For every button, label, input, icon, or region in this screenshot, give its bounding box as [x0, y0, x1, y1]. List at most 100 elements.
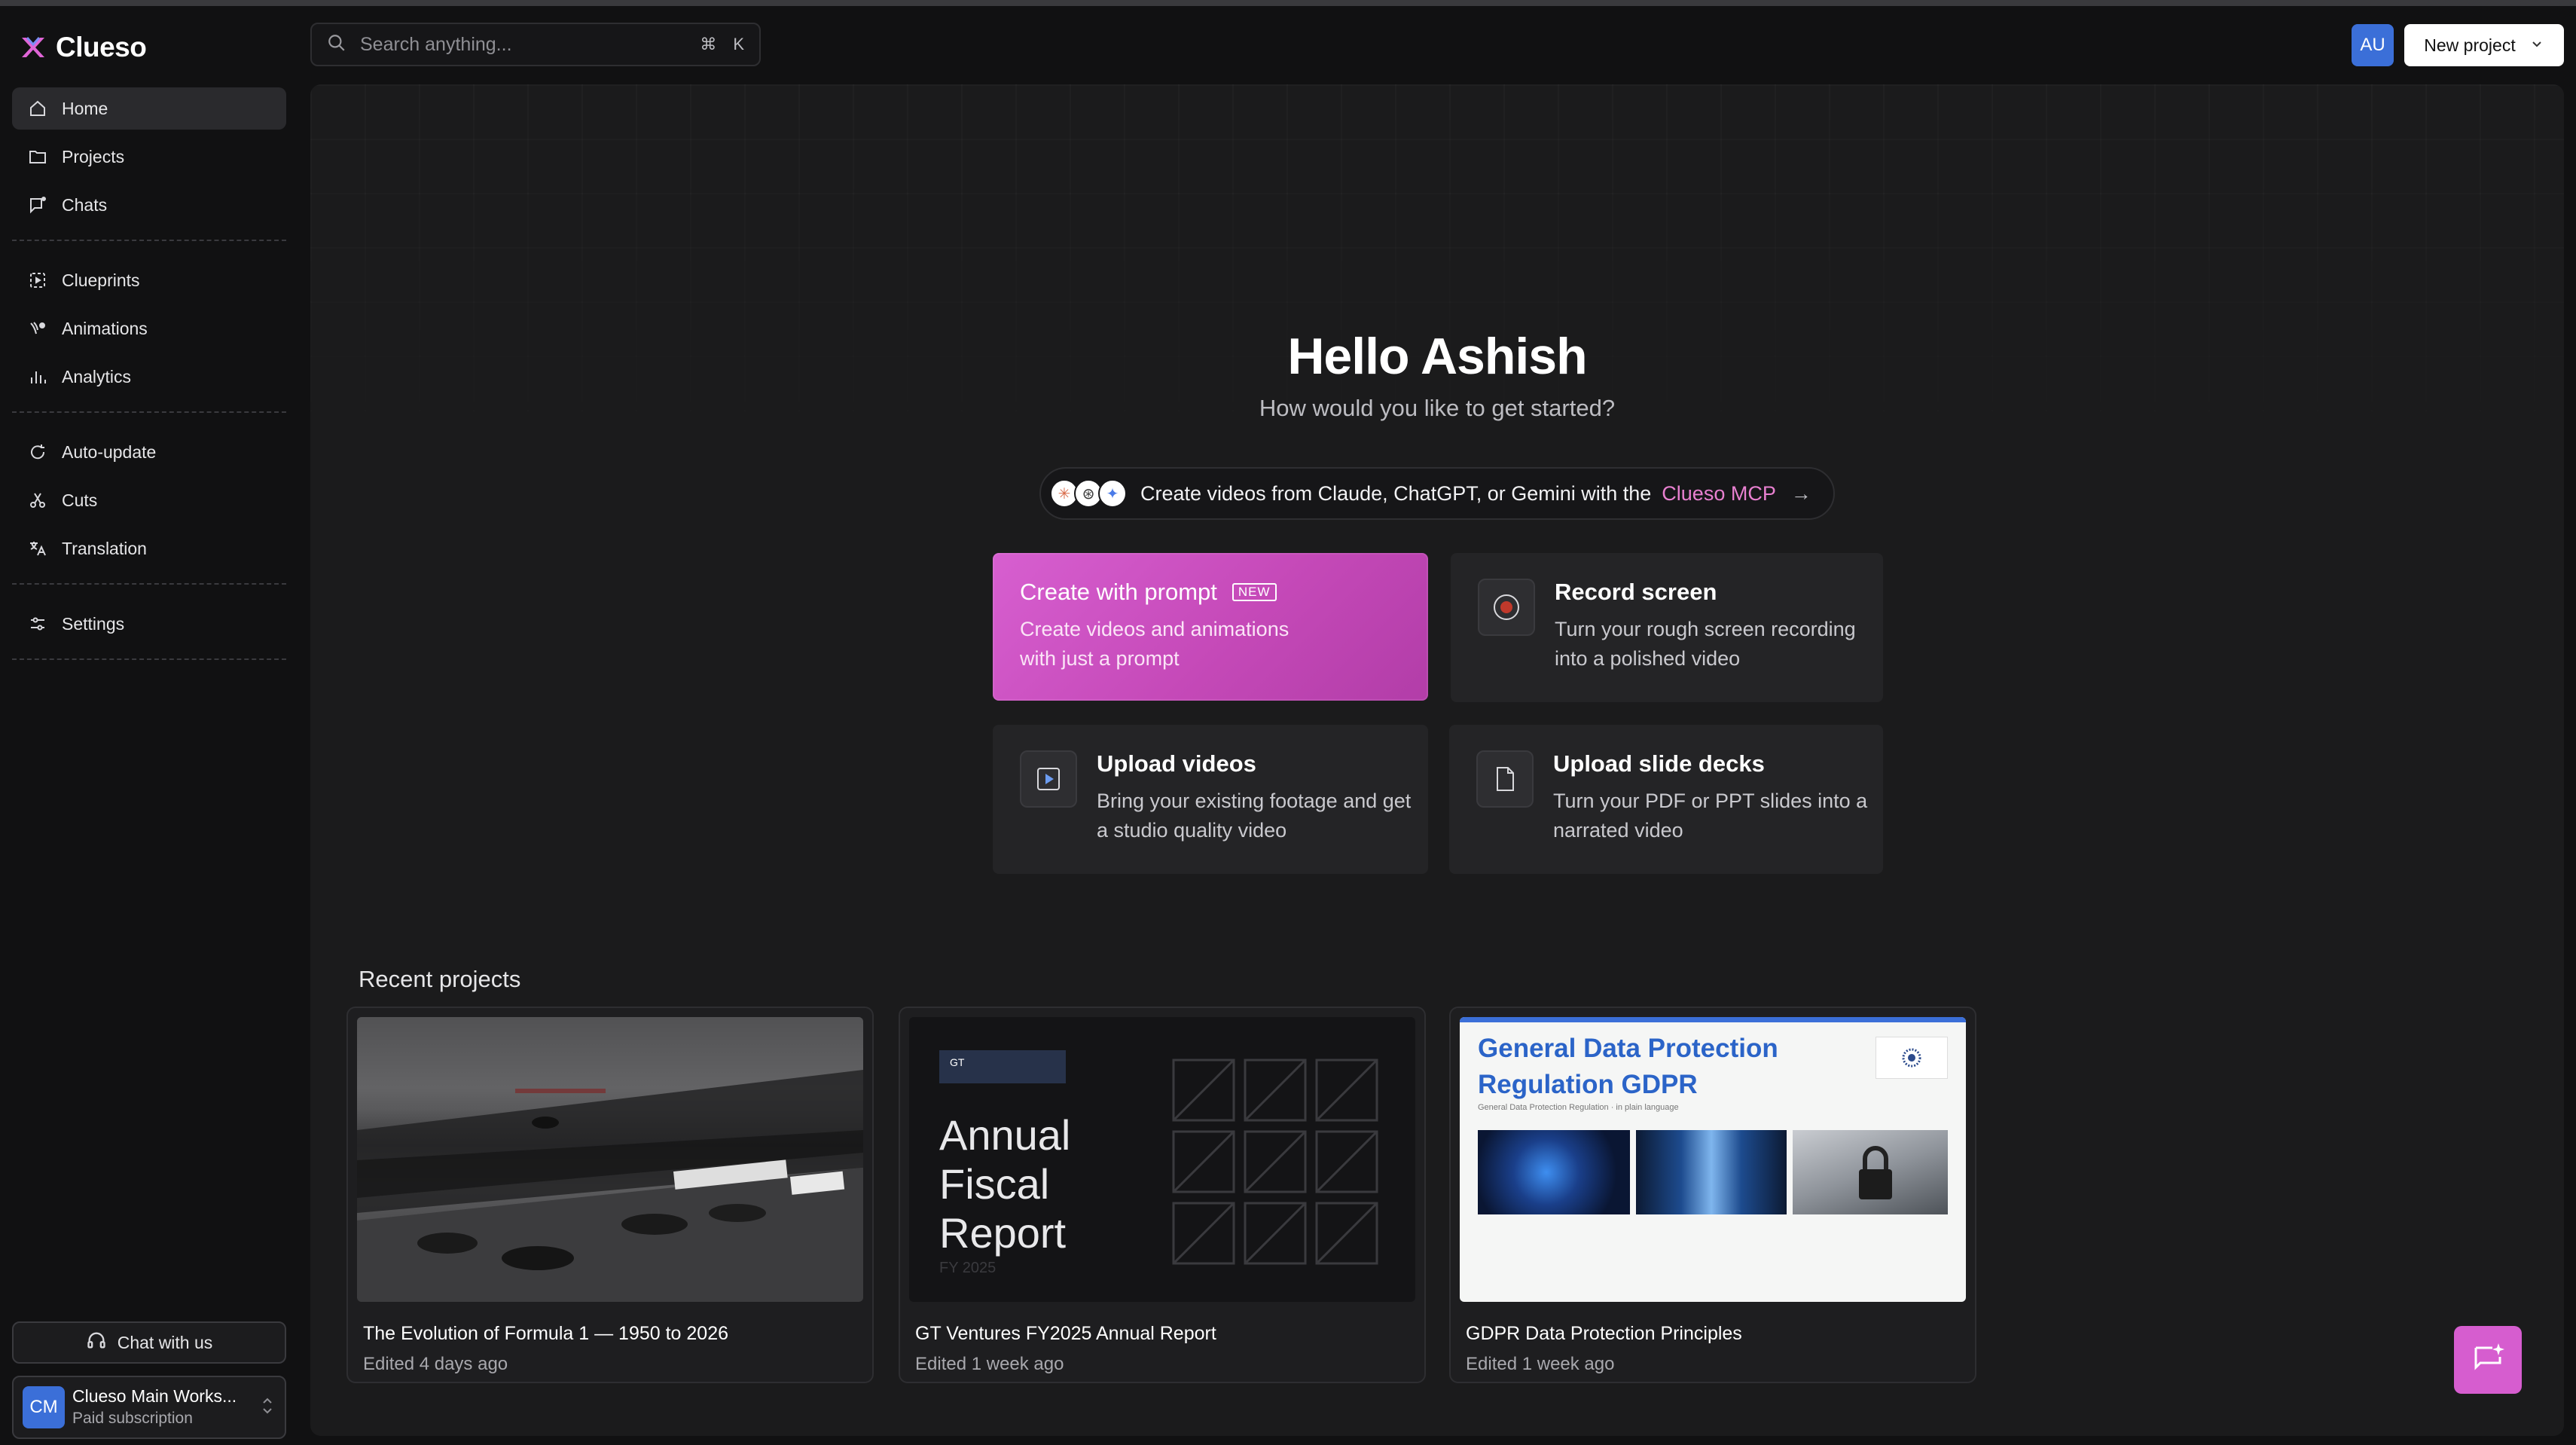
command-key: ⌘ [700, 35, 717, 53]
card-title: Record screen [1555, 579, 1717, 605]
thumb-title-line: Report [939, 1209, 1067, 1257]
gemini-icon: ✦ [1098, 479, 1127, 508]
sidebar-item-label: Analytics [62, 366, 132, 386]
sidebar-item-label: Chats [62, 194, 108, 215]
document-icon [1476, 750, 1534, 808]
project-edited: Edited 1 week ago [915, 1354, 1064, 1374]
card-description: Bring your existing footage and get a st… [1097, 790, 1412, 842]
card-description: Turn your PDF or PPT slides into a narra… [1553, 790, 1868, 842]
eu-seal-icon [1876, 1037, 1948, 1079]
chevron-up-down-icon [259, 1395, 276, 1420]
card-title: Create with prompt [1020, 579, 1217, 605]
ai-provider-icons: ✳ ⊛ ✦ [1050, 479, 1127, 508]
sidebar-item-translation[interactable]: Translation [12, 527, 286, 570]
chevron-down-icon [2529, 35, 2544, 56]
new-project-label: New project [2424, 35, 2516, 55]
upload-slide-decks-card[interactable]: Upload slide decks Turn your PDF or PPT … [1449, 725, 1883, 874]
thumb-subtitle: General Data Protection Regulation · in … [1478, 1103, 1679, 1112]
headset-icon [86, 1330, 107, 1355]
mcp-banner[interactable]: ✳ ⊛ ✦ Create videos from Claude, ChatGPT… [1039, 467, 1835, 520]
workspace-switcher[interactable]: CM Clueso Main Works... Paid subscriptio… [12, 1376, 286, 1439]
sidebar-item-label: Auto-update [62, 441, 157, 462]
sidebar-item-settings[interactable]: Settings [12, 603, 286, 645]
project-thumbnail [357, 1017, 863, 1302]
sidebar-item-label: Projects [62, 146, 125, 166]
sidebar-item-analytics[interactable]: Analytics [12, 356, 286, 398]
sidebar-item-cuts[interactable]: Cuts [12, 479, 286, 521]
project-name: GT Ventures FY2025 Annual Report [915, 1323, 1216, 1344]
thumb-pattern [1172, 1059, 1378, 1265]
ai-chat-button[interactable] [2454, 1326, 2522, 1394]
folder-icon [27, 146, 48, 167]
workspace-avatar: CM [23, 1386, 65, 1428]
sidebar-divider [12, 240, 286, 241]
sidebar-divider [12, 658, 286, 660]
home-icon [27, 98, 48, 119]
greeting-subtitle: How would you like to get started? [1259, 395, 1616, 421]
thumb-image-servers [1636, 1130, 1787, 1214]
mcp-text: Create videos from Claude, ChatGPT, or G… [1140, 481, 1652, 505]
project-card[interactable]: General Data Protection Regulation GDPR … [1449, 1007, 1976, 1383]
upload-videos-card[interactable]: Upload videos Bring your existing footag… [993, 725, 1428, 874]
sidebar: Clueso Home Projects Chats Clueprints An… [0, 6, 298, 1445]
sidebar-item-label: Settings [62, 613, 125, 634]
sidebar-item-auto-update[interactable]: Auto-update [12, 431, 286, 473]
sidebar-item-clueprints[interactable]: Clueprints [12, 259, 286, 301]
record-screen-card[interactable]: Record screen Turn your rough screen rec… [1451, 553, 1883, 702]
app-name: Clueso [56, 32, 147, 63]
k-key: K [733, 35, 744, 53]
chat-with-us-label: Chat with us [117, 1332, 213, 1352]
scissors-icon [27, 490, 48, 511]
new-project-button[interactable]: New project [2404, 24, 2564, 66]
thumb-image-fingerprint [1478, 1130, 1630, 1214]
card-description: Create videos and animations with just a… [1020, 618, 1290, 671]
thumb-subtitle: FY 2025 [939, 1260, 997, 1276]
search-input[interactable] [360, 33, 687, 56]
sparkle-chat-icon [2470, 1340, 2506, 1380]
app-logo[interactable]: Clueso [20, 32, 147, 63]
sidebar-item-label: Animations [62, 318, 148, 338]
workspace-plan: Paid subscription [72, 1410, 193, 1428]
search-icon [327, 33, 346, 57]
analytics-icon [27, 366, 48, 387]
new-badge: NEW [1232, 583, 1277, 601]
project-thumbnail: General Data Protection Regulation GDPR … [1460, 1017, 1966, 1302]
main-panel: Hello Ashish How would you like to get s… [310, 84, 2564, 1436]
sidebar-divider [12, 583, 286, 585]
recent-projects-heading: Recent projects [359, 966, 521, 992]
project-card[interactable]: The Evolution of Formula 1 — 1950 to 202… [346, 1007, 874, 1383]
project-thumbnail: GT Annual Fiscal Report FY 2025 [909, 1017, 1415, 1302]
chat-with-us-button[interactable]: Chat with us [12, 1321, 286, 1364]
sidebar-item-animations[interactable]: Animations [12, 307, 286, 350]
sidebar-nav: Home Projects Chats Clueprints Animation… [12, 87, 286, 678]
translate-icon [27, 538, 48, 559]
sidebar-item-label: Cuts [62, 490, 98, 510]
sidebar-item-projects[interactable]: Projects [12, 136, 286, 178]
clueso-mcp-link[interactable]: Clueso MCP [1662, 482, 1776, 506]
thumb-image-padlock [1793, 1130, 1948, 1214]
chat-icon [27, 194, 48, 215]
project-edited: Edited 4 days ago [363, 1354, 508, 1374]
sidebar-divider [12, 411, 286, 413]
refresh-icon [27, 441, 48, 463]
workspace-name: Clueso Main Works... [72, 1386, 237, 1407]
thumb-title-line: General Data Protection [1478, 1034, 1778, 1063]
card-title: Upload videos [1097, 750, 1256, 777]
thumb-title-line: Regulation GDPR [1478, 1070, 1698, 1099]
card-description: Turn your rough screen recording into a … [1555, 618, 1856, 671]
user-avatar[interactable]: AU [2352, 24, 2394, 66]
arrow-right-icon: → [1790, 481, 1811, 505]
sidebar-item-home[interactable]: Home [12, 87, 286, 130]
search-bar[interactable]: ⌘ K [310, 23, 761, 66]
project-edited: Edited 1 week ago [1466, 1354, 1615, 1374]
animation-icon [27, 318, 48, 339]
create-with-prompt-card[interactable]: Create with prompt NEW Create videos and… [993, 553, 1428, 701]
sidebar-item-chats[interactable]: Chats [12, 184, 286, 226]
window-top-border [0, 0, 2576, 6]
clueso-logo-icon [20, 35, 45, 60]
card-title: Upload slide decks [1553, 750, 1765, 777]
sidebar-item-label: Clueprints [62, 270, 140, 290]
clueprint-icon [27, 270, 48, 291]
project-card[interactable]: GT Annual Fiscal Report FY 2025 GT Ventu… [899, 1007, 1426, 1383]
thumb-title-line: Annual [939, 1111, 1071, 1159]
